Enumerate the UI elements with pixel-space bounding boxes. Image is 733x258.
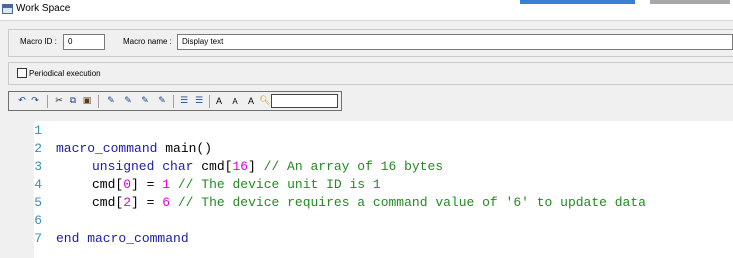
editor-toolbar: ↶ ↷ ✂ ⧉ ▣ ✎ ✎ ✎ ✎ ☰ ☰ A A A 🔍︎ — [8, 91, 342, 111]
toggle-bookmark-icon[interactable]: ✎ — [104, 96, 118, 107]
code-token: ] = — [131, 177, 163, 192]
line-number: 7 — [34, 231, 42, 246]
header-frame-left — [8, 29, 9, 56]
macro-id-field[interactable]: 0 — [63, 34, 105, 50]
comment-token: // An array of 16 bytes — [263, 159, 444, 174]
code-token: cmd[ — [193, 159, 233, 174]
periodical-execution-label: Periodical execution — [29, 69, 101, 78]
options-frame-top — [8, 62, 733, 63]
toolbar-separator — [47, 95, 48, 108]
code-line-4: cmd[0] = 1 // The device unit ID is 1 — [92, 176, 381, 194]
toolbar-separator — [209, 95, 210, 108]
toolbar-separator — [98, 95, 99, 108]
keyword-token: end macro_command — [56, 231, 189, 246]
comment-token: // The device unit ID is 1 — [177, 177, 381, 192]
code-line-7: end macro_command — [56, 230, 189, 248]
macro-id-label: Macro ID : — [20, 37, 57, 46]
code-token: ] = — [131, 195, 163, 210]
undo-icon[interactable]: ↶ — [17, 96, 27, 107]
code-token: cmd[ — [92, 195, 124, 210]
title-bar-divider — [650, 0, 730, 4]
number-token: 6 — [162, 195, 171, 210]
line-number: 1 — [34, 123, 42, 138]
window-icon — [2, 4, 13, 14]
cut-icon[interactable]: ✂ — [54, 96, 64, 107]
code-token: cmd[ — [92, 177, 124, 192]
copy-icon[interactable]: ⧉ — [68, 96, 78, 107]
header-frame-bottom — [8, 56, 733, 57]
number-token: 1 — [162, 177, 171, 192]
macro-name-field[interactable]: Display text — [177, 34, 733, 50]
code-token: main() — [157, 141, 213, 156]
keyword-token: unsigned char — [92, 159, 194, 174]
options-frame-left — [8, 62, 9, 84]
line-number: 2 — [34, 141, 42, 156]
periodical-execution-checkbox[interactable] — [17, 68, 27, 78]
indent-icon[interactable]: ☰ — [178, 96, 190, 107]
redo-icon[interactable]: ↷ — [30, 96, 40, 107]
title-bar: Work Space — [0, 0, 733, 21]
decrease-font-icon[interactable]: A — [229, 96, 241, 107]
line-number: 5 — [34, 195, 42, 210]
macro-name-label: Macro name : — [123, 37, 172, 46]
number-token: 0 — [123, 177, 132, 192]
outdent-icon[interactable]: ☰ — [193, 96, 205, 107]
next-bookmark-icon[interactable]: ✎ — [121, 96, 135, 107]
increase-font-icon[interactable]: A — [213, 96, 225, 107]
default-font-icon[interactable]: A — [245, 96, 257, 107]
line-number: 4 — [34, 177, 42, 192]
paste-icon[interactable]: ▣ — [82, 96, 92, 107]
code-line-5: cmd[2] = 6 // The device requires a comm… — [92, 194, 646, 212]
keyword-token: macro_command — [56, 141, 158, 156]
window-title: Work Space — [16, 3, 71, 14]
toolbar-separator — [173, 95, 174, 108]
comment-token: // The device requires a command value o… — [177, 195, 646, 210]
title-bar-accent — [520, 0, 635, 4]
find-icon[interactable]: 🔍︎ — [259, 96, 270, 107]
header-frame-top — [8, 29, 733, 30]
line-number: 6 — [34, 213, 42, 228]
find-input[interactable] — [271, 94, 338, 108]
code-line-3: unsigned char cmd[16] // An array of 16 … — [92, 158, 443, 176]
options-frame-bottom — [8, 84, 733, 85]
number-token: 16 — [232, 159, 249, 174]
code-line-2: macro_command main() — [56, 140, 212, 158]
code-token: ] — [248, 159, 264, 174]
clear-bookmarks-icon[interactable]: ✎ — [155, 96, 169, 107]
number-token: 2 — [123, 195, 132, 210]
previous-bookmark-icon[interactable]: ✎ — [138, 96, 152, 107]
line-number: 3 — [34, 159, 42, 174]
